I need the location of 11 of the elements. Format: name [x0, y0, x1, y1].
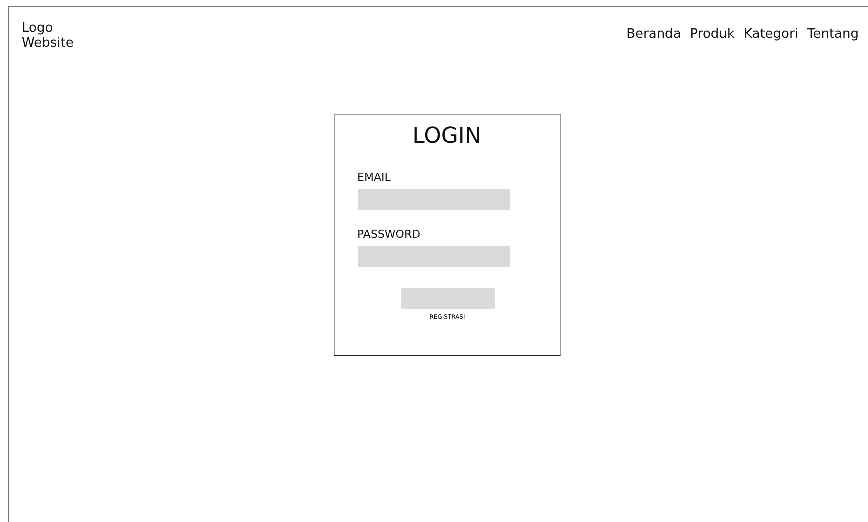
logo-text: Logo Website: [22, 21, 74, 51]
field-label: PASSWORD: [358, 228, 422, 242]
field-label: EMAIL: [358, 171, 392, 185]
nav-link[interactable]: Produk: [690, 27, 735, 42]
login-title: LOGIN: [412, 123, 482, 151]
login-button[interactable]: [400, 288, 494, 309]
nav-link[interactable]: Tentang: [807, 27, 859, 42]
input-field[interactable]: [358, 246, 510, 267]
input-field[interactable]: [358, 189, 510, 210]
nav-link[interactable]: Kategori: [744, 27, 798, 42]
nav-link[interactable]: Beranda: [626, 27, 682, 42]
